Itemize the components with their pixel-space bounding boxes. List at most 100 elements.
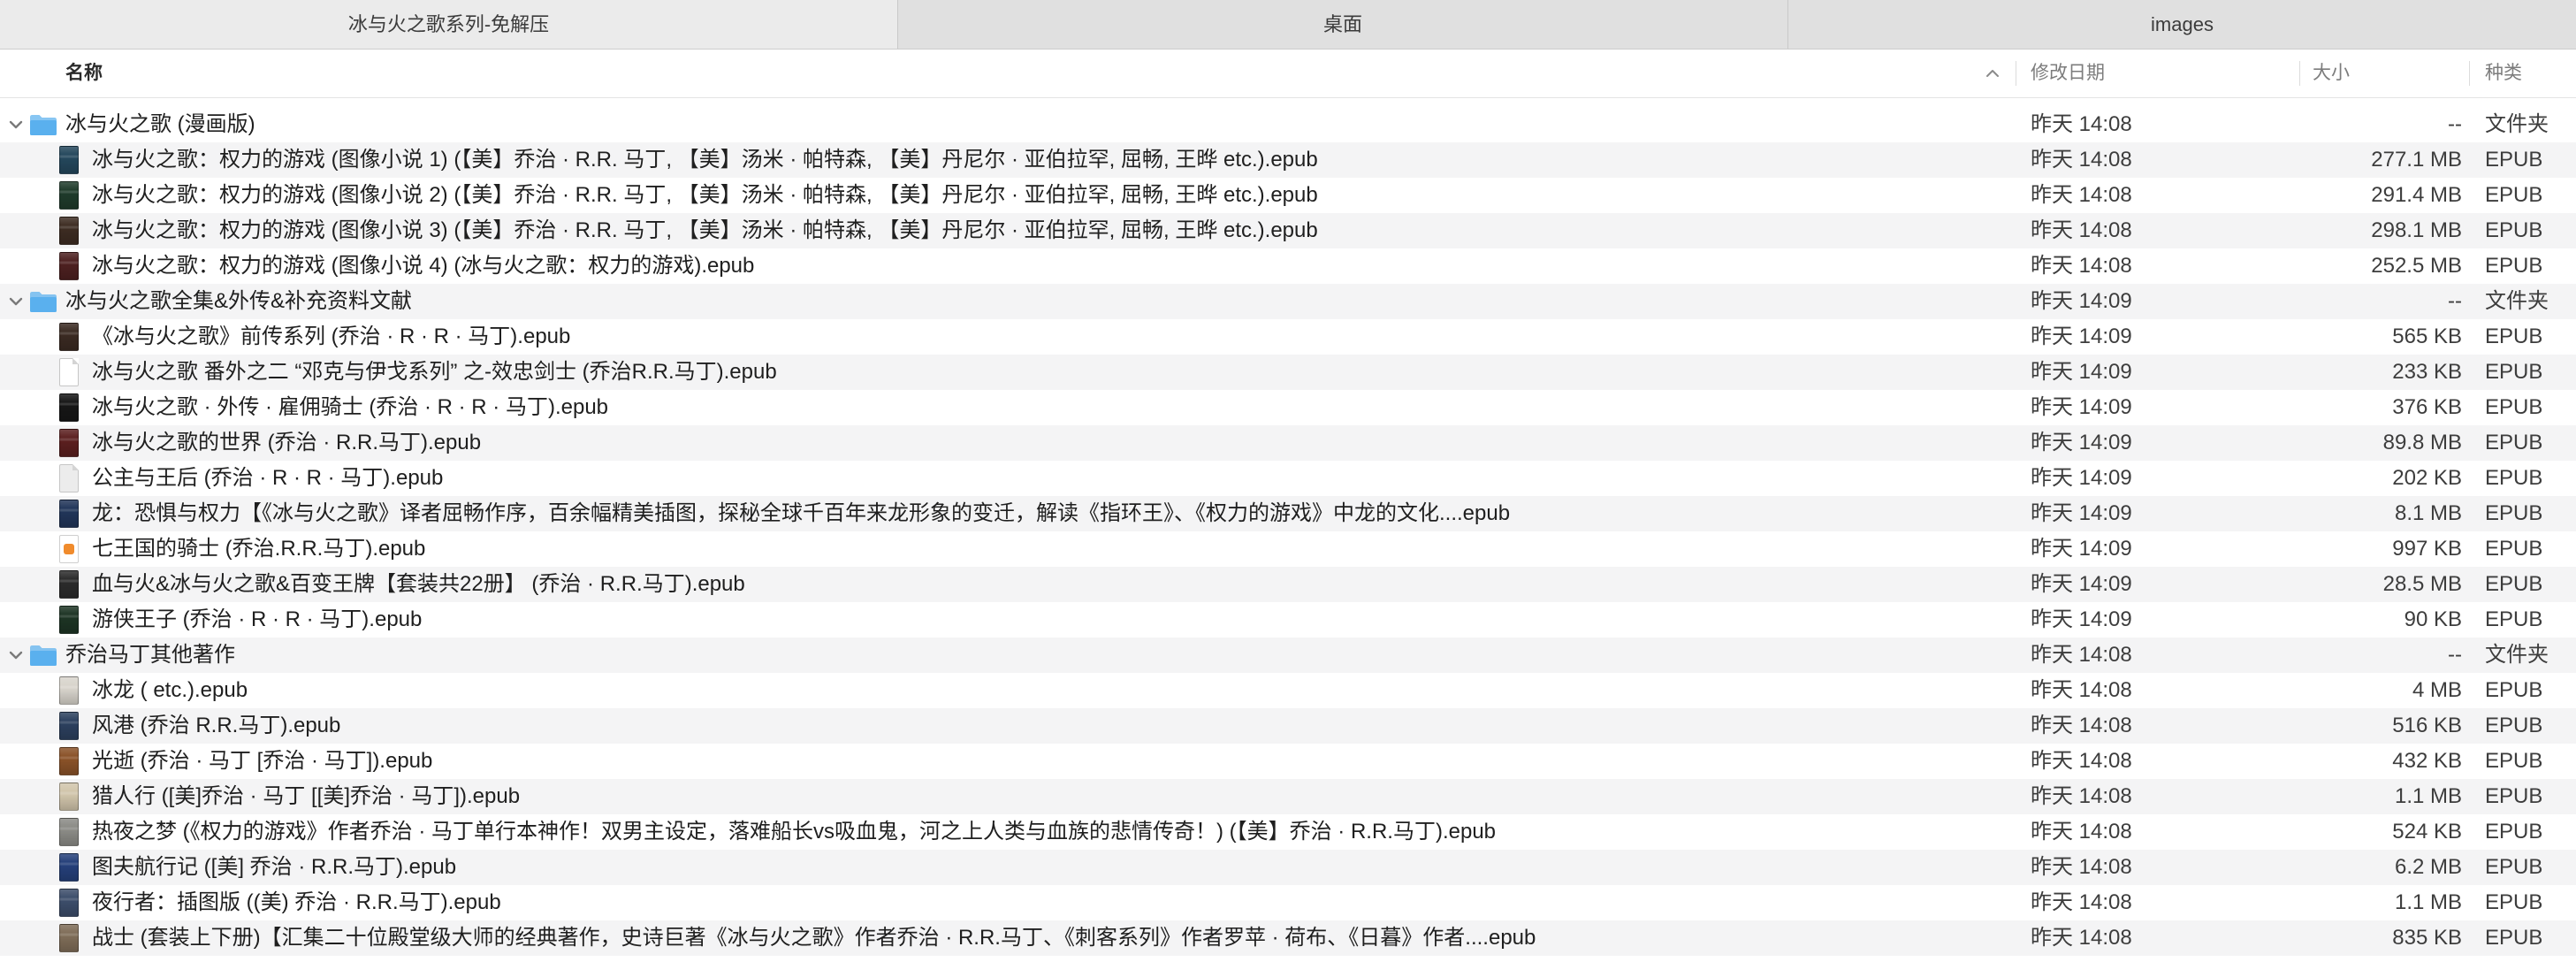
item-size: -- bbox=[2448, 289, 2462, 313]
file-row[interactable]: 龙：恐惧与权力【《冰与火之歌》译者屈畅作序，百余幅精美插图，探秘全球千百年来龙形… bbox=[0, 496, 2576, 531]
file-row[interactable]: 血与火&冰与火之歌&百变王牌【套装共22册】 (乔治 · R.R.马丁).epu… bbox=[0, 567, 2576, 602]
file-row[interactable]: 冰龙 ( etc.).epub 昨天 14:08 4 MB EPUB bbox=[0, 673, 2576, 708]
item-name: 乔治马丁其他著作 bbox=[65, 643, 235, 667]
item-name: 公主与王后 (乔治 · R · R · 马丁).epub bbox=[92, 466, 444, 490]
book-cover-icon bbox=[59, 146, 79, 174]
item-name: 冰与火之歌 (漫画版) bbox=[65, 112, 255, 136]
document-icon bbox=[59, 464, 79, 492]
folder-row[interactable]: 乔治马丁其他著作 昨天 14:08 -- 文件夹 bbox=[0, 638, 2576, 673]
file-row[interactable]: 战士 (套装上下册)【汇集二十位殿堂级大师的经典著作，史诗巨著《冰与火之歌》作者… bbox=[0, 920, 2576, 956]
file-row[interactable]: 公主与王后 (乔治 · R · R · 马丁).epub 昨天 14:09 202 … bbox=[0, 461, 2576, 496]
item-size: 291.4 MB bbox=[2371, 183, 2462, 207]
column-divider[interactable] bbox=[2299, 61, 2300, 86]
file-row[interactable]: 冰与火之歌：权力的游戏 (图像小说 2) (【美】乔治 · R.R. 马丁, 【… bbox=[0, 178, 2576, 213]
item-name: 光逝 (乔治 · 马丁 [乔治 · 马丁]).epub bbox=[92, 749, 433, 773]
item-name: 冰与火之歌：权力的游戏 (图像小说 3) (【美】乔治 · R.R. 马丁, 【… bbox=[92, 218, 1318, 242]
file-row[interactable]: 冰与火之歌：权力的游戏 (图像小说 4) (冰与火之歌：权力的游戏).epub 昨… bbox=[0, 248, 2576, 284]
modified-date: 昨天 14:09 bbox=[2031, 395, 2132, 419]
file-row[interactable]: 光逝 (乔治 · 马丁 [乔治 · 马丁]).epub 昨天 14:08 432 K… bbox=[0, 744, 2576, 779]
folder-row[interactable]: 冰与火之歌 (漫画版) 昨天 14:08 -- 文件夹 bbox=[0, 107, 2576, 142]
file-row[interactable]: 猎人行 ([美]乔治 · 马丁 [[美]乔治 · 马丁]).epub 昨天 14:… bbox=[0, 779, 2576, 814]
item-size: 6.2 MB bbox=[2394, 855, 2462, 879]
file-row[interactable]: 夜行者：插图版 ((美) 乔治 · R.R.马丁).epub 昨天 14:08 1.… bbox=[0, 885, 2576, 920]
chevron-down-icon[interactable] bbox=[8, 296, 24, 307]
item-name: 冰龙 ( etc.).epub bbox=[92, 678, 248, 702]
item-kind: EPUB bbox=[2485, 855, 2543, 879]
folder-icon bbox=[29, 113, 57, 136]
item-size: 1.1 MB bbox=[2394, 784, 2462, 808]
column-header-modified[interactable]: 修改日期 bbox=[2031, 50, 2105, 97]
book-cover-icon bbox=[59, 606, 79, 634]
item-kind: EPUB bbox=[2485, 148, 2543, 172]
folder-row[interactable]: 冰与火之歌全集&外传&补充资料文献 昨天 14:09 -- 文件夹 bbox=[0, 284, 2576, 319]
tab-images[interactable]: images bbox=[1787, 0, 2576, 49]
item-name: 《冰与火之歌》前传系列 (乔治 · R · R · 马丁).epub bbox=[92, 324, 571, 348]
column-header-size[interactable]: 大小 bbox=[2313, 50, 2350, 97]
file-row[interactable]: 冰与火之歌 · 外传 · 雇佣骑士 (乔治 · R · R · 马丁).epub… bbox=[0, 390, 2576, 425]
item-size: 997 KB bbox=[2392, 537, 2462, 561]
file-row[interactable]: 游侠王子 (乔治 · R · R · 马丁).epub 昨天 14:09 90 KB… bbox=[0, 602, 2576, 638]
document-icon bbox=[59, 358, 79, 386]
item-size: 516 KB bbox=[2392, 714, 2462, 737]
item-size: 277.1 MB bbox=[2371, 148, 2462, 172]
book-cover-icon bbox=[59, 676, 79, 705]
modified-date: 昨天 14:08 bbox=[2031, 890, 2132, 914]
tab-ice-and-fire-folder[interactable]: 冰与火之歌系列-免解压 bbox=[0, 0, 897, 49]
item-size: -- bbox=[2448, 112, 2462, 136]
file-row[interactable]: 冰与火之歌：权力的游戏 (图像小说 3) (【美】乔治 · R.R. 马丁, 【… bbox=[0, 213, 2576, 248]
book-cover-icon bbox=[59, 853, 79, 882]
modified-date: 昨天 14:09 bbox=[2031, 572, 2132, 596]
item-name: 冰与火之歌的世界 (乔治 · R.R.马丁).epub bbox=[92, 431, 482, 454]
book-cover-icon bbox=[59, 323, 79, 351]
item-size: 90 KB bbox=[2404, 607, 2462, 631]
file-row[interactable]: 冰与火之歌 番外之二 “邓克与伊戈系列” 之-效忠剑士 (乔治R.R.马丁).e… bbox=[0, 355, 2576, 390]
file-row[interactable]: 冰与火之歌：权力的游戏 (图像小说 1) (【美】乔治 · R.R. 马丁, 【… bbox=[0, 142, 2576, 178]
item-kind: EPUB bbox=[2485, 360, 2543, 384]
column-header-name[interactable]: 名称 bbox=[65, 50, 103, 97]
item-kind: 文件夹 bbox=[2485, 643, 2549, 667]
book-cover-icon bbox=[59, 181, 79, 210]
item-size: 376 KB bbox=[2392, 395, 2462, 419]
chevron-up-icon[interactable] bbox=[1985, 69, 2000, 78]
modified-date: 昨天 14:09 bbox=[2031, 501, 2132, 525]
modified-date: 昨天 14:08 bbox=[2031, 784, 2132, 808]
book-cover-icon bbox=[59, 818, 79, 846]
column-divider[interactable] bbox=[2469, 61, 2470, 86]
item-kind: EPUB bbox=[2485, 537, 2543, 561]
modified-date: 昨天 14:08 bbox=[2031, 218, 2132, 242]
modified-date: 昨天 14:09 bbox=[2031, 289, 2132, 313]
file-row[interactable]: 图夫航行记 ([美] 乔治 · R.R.马丁).epub 昨天 14:08 6.2 … bbox=[0, 850, 2576, 885]
column-header-bar: 名称 修改日期 大小 种类 bbox=[0, 50, 2576, 98]
modified-date: 昨天 14:08 bbox=[2031, 148, 2132, 172]
item-name: 七王国的骑士 (乔治.R.R.马丁).epub bbox=[92, 537, 426, 561]
column-header-kind[interactable]: 种类 bbox=[2485, 50, 2522, 97]
chevron-down-icon[interactable] bbox=[8, 650, 24, 660]
item-kind: EPUB bbox=[2485, 926, 2543, 950]
item-kind: EPUB bbox=[2485, 607, 2543, 631]
item-name: 冰与火之歌：权力的游戏 (图像小说 2) (【美】乔治 · R.R. 马丁, 【… bbox=[92, 183, 1318, 207]
book-cover-icon bbox=[59, 783, 79, 811]
file-list: 冰与火之歌 (漫画版) 昨天 14:08 -- 文件夹 冰与火之歌：权力的游戏 (图像小… bbox=[0, 107, 2576, 956]
item-kind: EPUB bbox=[2485, 183, 2543, 207]
item-size: 28.5 MB bbox=[2382, 572, 2462, 596]
chevron-down-icon[interactable] bbox=[8, 119, 24, 130]
file-row[interactable]: 冰与火之歌的世界 (乔治 · R.R.马丁).epub 昨天 14:09 89.8 … bbox=[0, 425, 2576, 461]
file-row[interactable]: 《冰与火之歌》前传系列 (乔治 · R · R · 马丁).epub 昨天 14:… bbox=[0, 319, 2576, 355]
item-kind: EPUB bbox=[2485, 218, 2543, 242]
file-row[interactable]: 热夜之梦 (《权力的游戏》作者乔治 · 马丁单行本神作！双男主设定，落难船长vs… bbox=[0, 814, 2576, 850]
file-row[interactable]: 风港 (乔治 R.R.马丁).epub 昨天 14:08 516 KB EPUB bbox=[0, 708, 2576, 744]
tab-desktop[interactable]: 桌面 bbox=[897, 0, 1787, 49]
book-cover-icon bbox=[59, 712, 79, 740]
modified-date: 昨天 14:09 bbox=[2031, 607, 2132, 631]
item-name: 冰与火之歌 番外之二 “邓克与伊戈系列” 之-效忠剑士 (乔治R.R.马丁).e… bbox=[92, 360, 777, 384]
item-name: 战士 (套装上下册)【汇集二十位殿堂级大师的经典著作，史诗巨著《冰与火之歌》作者… bbox=[92, 926, 1536, 950]
tab-label: 桌面 bbox=[1322, 13, 1362, 35]
item-kind: EPUB bbox=[2485, 749, 2543, 773]
file-row[interactable]: 七王国的骑士 (乔治.R.R.马丁).epub 昨天 14:09 997 KB EPU… bbox=[0, 531, 2576, 567]
tab-label: images bbox=[2151, 13, 2214, 35]
modified-date: 昨天 14:08 bbox=[2031, 855, 2132, 879]
item-name: 热夜之梦 (《权力的游戏》作者乔治 · 马丁单行本神作！双男主设定，落难船长vs… bbox=[92, 820, 1497, 844]
item-name: 冰与火之歌 · 外传 · 雇佣骑士 (乔治 · R · R · 马丁).epub bbox=[92, 395, 609, 419]
book-cover-icon bbox=[59, 217, 79, 245]
item-kind: EPUB bbox=[2485, 890, 2543, 914]
